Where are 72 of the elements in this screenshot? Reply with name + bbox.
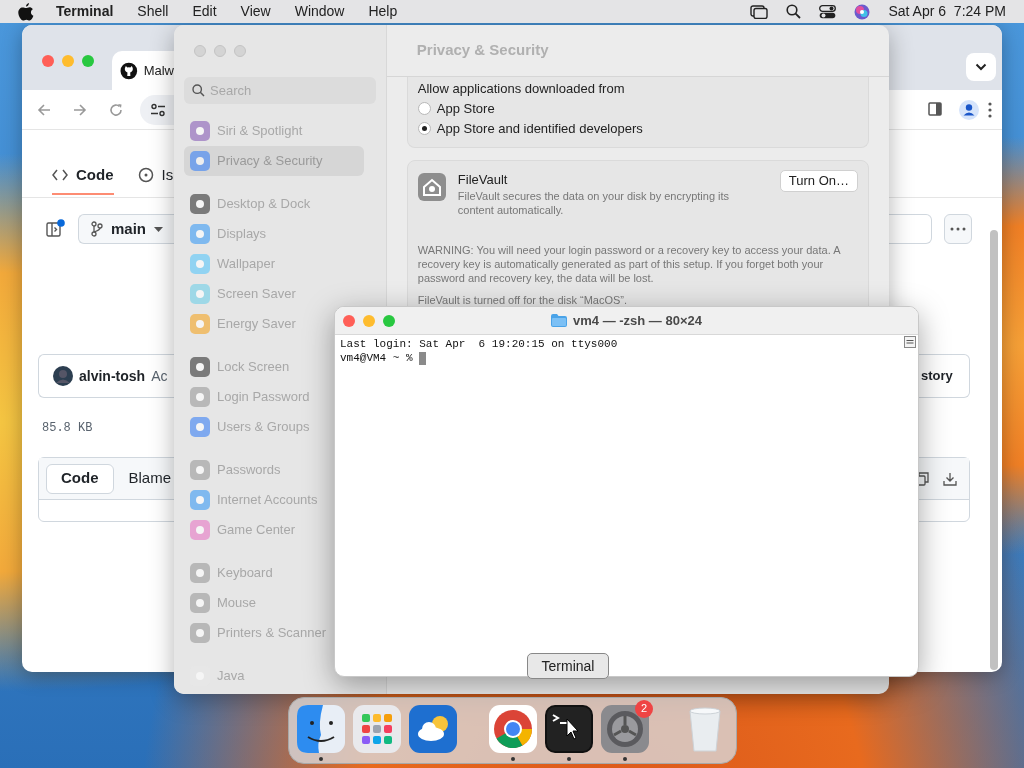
file-tree-icon[interactable] — [46, 219, 66, 239]
code-brackets-icon — [52, 169, 68, 181]
folder-icon — [551, 314, 567, 327]
menu-item[interactable]: Window — [294, 1, 345, 22]
radio-label[interactable]: App Store — [436, 98, 495, 119]
apple-logo-icon[interactable] — [18, 2, 34, 21]
menu-item[interactable]: Shell — [137, 1, 169, 22]
branch-icon — [91, 221, 103, 237]
more-vertical-icon[interactable] — [988, 102, 992, 118]
history-button[interactable]: story — [919, 354, 970, 398]
house-icon — [417, 172, 446, 201]
menu-app-name[interactable]: Terminal — [56, 1, 114, 22]
menu-item[interactable]: View — [240, 1, 271, 22]
search-icon[interactable] — [786, 4, 802, 19]
tab-list-button[interactable] — [966, 53, 996, 81]
pane-title: Privacy & Security — [416, 40, 549, 61]
cloud-sun-icon[interactable] — [409, 704, 457, 753]
avatar-icon — [53, 366, 73, 386]
address-bar[interactable] — [140, 95, 174, 125]
view-mode-tab[interactable]: Blame — [127, 463, 173, 494]
close-button[interactable] — [42, 55, 54, 67]
profile-icon[interactable] — [959, 100, 979, 120]
radio-button[interactable] — [417, 122, 431, 135]
octocat-icon — [120, 62, 138, 80]
siri-orb-icon[interactable] — [854, 3, 871, 20]
menu-clock[interactable]: Sat Apr 6 7:24 PM — [888, 1, 1006, 22]
commit-message[interactable]: Ac — [151, 365, 168, 387]
repo-tab[interactable]: Is — [137, 159, 174, 195]
forward-arrow-icon[interactable] — [73, 103, 87, 117]
view-mode-tab[interactable]: Code — [46, 463, 114, 494]
menu-item[interactable]: Edit — [192, 1, 217, 22]
filevault-title: FileVault — [457, 170, 509, 189]
download-icon[interactable] — [943, 471, 957, 486]
branch-button[interactable]: main — [78, 214, 174, 244]
split-pane-icon[interactable] — [904, 336, 916, 348]
tab-title: Malw — [143, 62, 174, 81]
close-button[interactable] — [343, 315, 355, 327]
filevault-warning: WARNING: You will need your login password or a recovery key to access your data. A recovery key is automatically generated as part of this setup. If you forget both your password and recovery key, the data will be lost. — [417, 243, 842, 285]
turn-on-button[interactable]: Turn On… — [779, 169, 858, 192]
toggles-icon[interactable] — [819, 4, 837, 19]
app-grid-icon[interactable] — [353, 704, 401, 753]
search-icon — [192, 84, 205, 97]
window-title: vm4 — -zsh — 80×24 — [573, 311, 702, 330]
terminal-line: vm4@VM4 ~ % — [340, 351, 414, 365]
radio-label[interactable]: App Store and identified developers — [436, 118, 643, 139]
chevron-down-icon — [975, 63, 987, 71]
radio-button[interactable] — [417, 102, 431, 115]
side-panel-icon[interactable] — [928, 102, 942, 116]
back-arrow-icon[interactable] — [37, 103, 51, 117]
repo-tab[interactable]: Code — [52, 159, 114, 195]
terminal-line: Last login: Sat Apr 6 19:20:15 on ttys000 — [340, 337, 618, 351]
browser-tab[interactable]: Malw — [112, 51, 174, 91]
author-name[interactable]: alvin-tosh — [79, 365, 146, 387]
gear-icon[interactable] — [601, 704, 649, 753]
scrollbar-thumb[interactable] — [990, 230, 998, 670]
reload-icon[interactable] — [109, 103, 123, 117]
filevault-description: FileVault secures the data on your disk by encrypting its content automatically. — [457, 189, 731, 217]
menu-item[interactable]: Help — [368, 1, 398, 22]
text-cursor — [419, 351, 427, 365]
tune-icon[interactable] — [150, 103, 166, 117]
notification-badge: 2 — [635, 699, 653, 718]
terminal-prompt-icon[interactable] — [545, 704, 593, 753]
overlapping-windows-icon[interactable] — [750, 4, 769, 19]
dock-tooltip: Terminal — [527, 653, 609, 679]
caret-icon — [154, 226, 163, 232]
browser-logo-icon[interactable] — [489, 704, 537, 753]
allow-label: Allow applications downloaded from — [417, 80, 626, 98]
smiling-face-tile-icon[interactable] — [297, 704, 345, 753]
filevault-status: FileVault is turned off for the disk “MacOS”. — [417, 293, 629, 308]
more-horizontal-icon — [950, 227, 966, 231]
circle-dot-icon — [137, 167, 154, 183]
file-size: 85.8 KB — [42, 420, 93, 437]
